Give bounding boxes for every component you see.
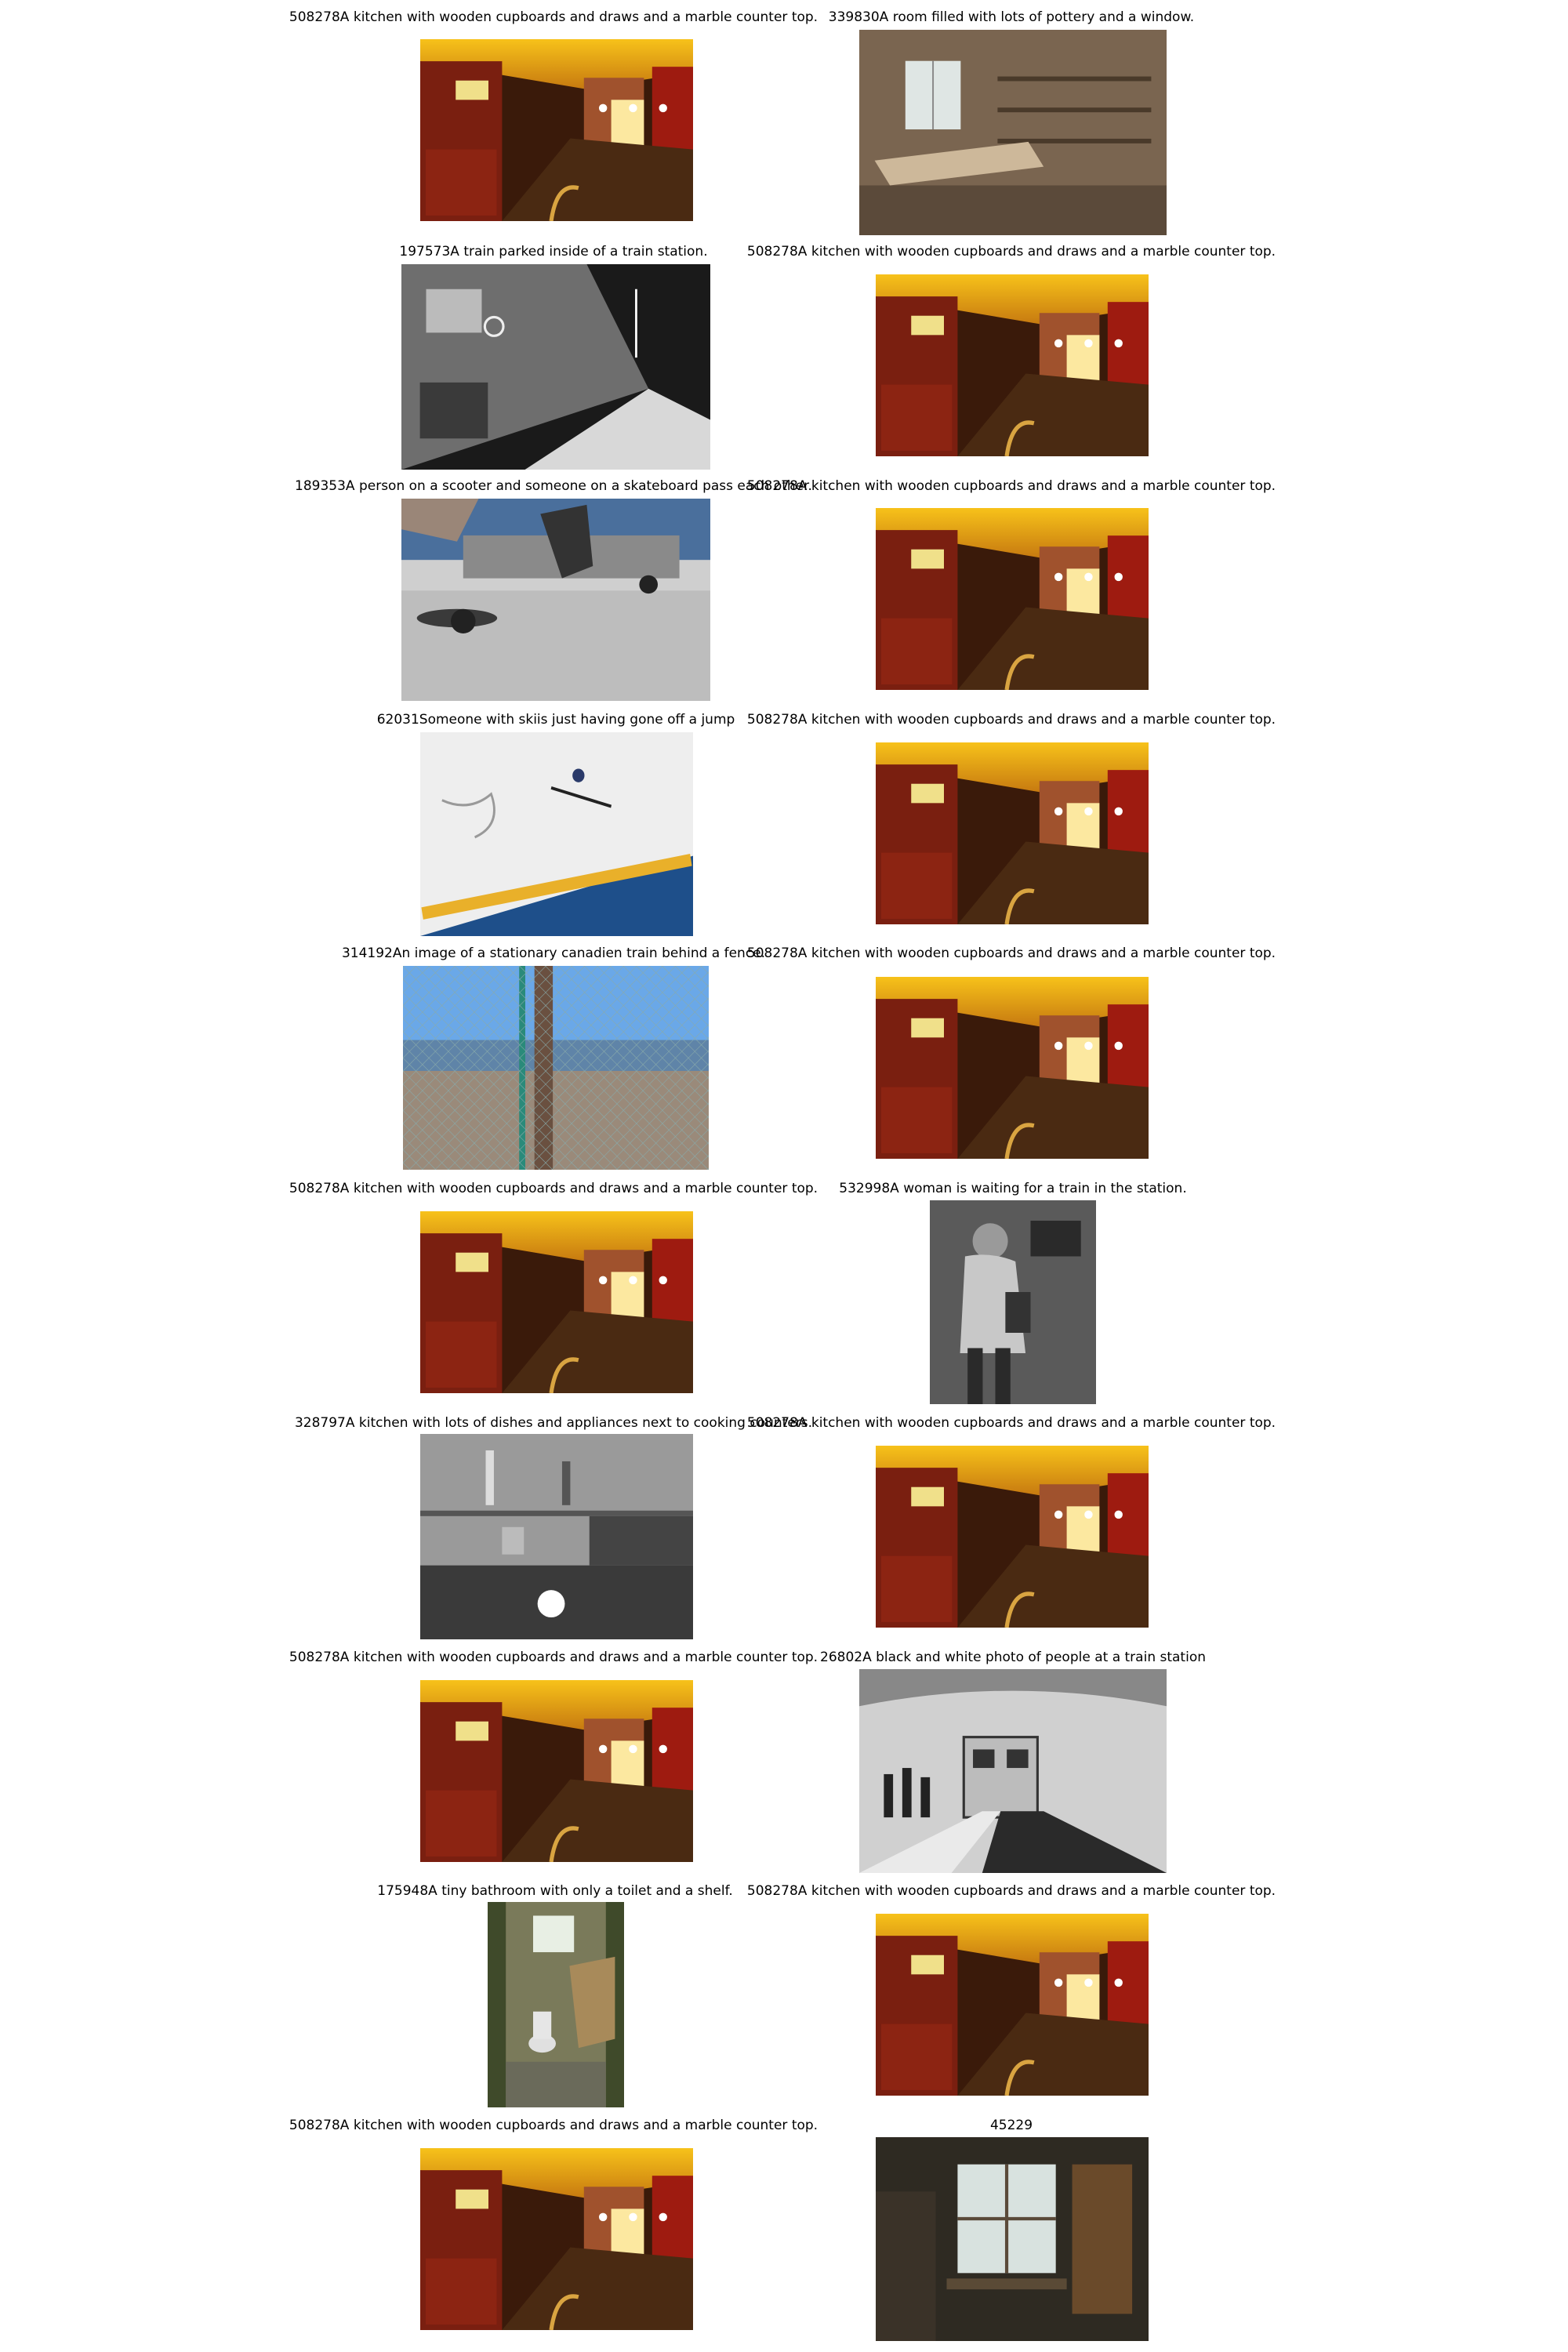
caption: 189353A person on a scooter and someone … [295, 478, 812, 494]
caption: 314192An image of a stationary canadien … [341, 946, 766, 961]
caption: 508278A kitchen with wooden cupboards an… [746, 244, 1276, 260]
photo-window-room [876, 2137, 1149, 2341]
photo-ski-jump [420, 732, 693, 936]
caption: 175948A tiny bathroom with only a toilet… [377, 1883, 733, 1899]
photo-kitchen [420, 39, 693, 221]
photo-pottery-room [859, 30, 1167, 235]
photo-dishes-kitchen [420, 1434, 693, 1639]
caption: 532998A woman is waiting for a train in … [839, 1181, 1187, 1196]
caption: 508278A kitchen with wooden cupboards an… [746, 478, 1276, 494]
caption: 62031Someone with skiis just having gone… [376, 712, 735, 728]
caption: 328797A kitchen with lots of dishes and … [294, 1415, 813, 1431]
photo-kitchen [876, 274, 1149, 456]
caption: 508278A kitchen with wooden cupboards an… [746, 712, 1276, 728]
photo-kitchen [876, 508, 1149, 690]
photo-woman-waiting [930, 1200, 1096, 1404]
caption: 197573A train parked inside of a train s… [399, 244, 708, 260]
photo-bathroom [488, 1902, 624, 2107]
photo-kitchen [876, 742, 1149, 924]
caption: 508278A kitchen with wooden cupboards an… [289, 2118, 818, 2133]
photo-kitchen [876, 977, 1149, 1159]
caption: 508278A kitchen with wooden cupboards an… [289, 1181, 818, 1196]
caption: 339830A room filled with lots of pottery… [828, 9, 1195, 25]
photo-kitchen [420, 2148, 693, 2330]
photo-kitchen [420, 1680, 693, 1862]
caption: 508278A kitchen with wooden cupboards an… [746, 946, 1276, 961]
caption: 508278A kitchen with wooden cupboards an… [289, 1650, 818, 1665]
photo-subway-platform [859, 1669, 1167, 1873]
photo-kitchen [876, 1446, 1149, 1628]
caption: 508278A kitchen with wooden cupboards an… [746, 1883, 1276, 1899]
photo-kitchen [876, 1914, 1149, 2096]
photo-skateboard [401, 499, 710, 701]
caption: 508278A kitchen with wooden cupboards an… [289, 9, 818, 25]
photo-kitchen [420, 1211, 693, 1393]
photo-train-fence [403, 966, 709, 1170]
caption: 26802A black and white photo of people a… [820, 1650, 1206, 1665]
photo-train-station [401, 264, 710, 470]
caption: 508278A kitchen with wooden cupboards an… [746, 1415, 1276, 1431]
caption: 45229 [989, 2118, 1033, 2133]
